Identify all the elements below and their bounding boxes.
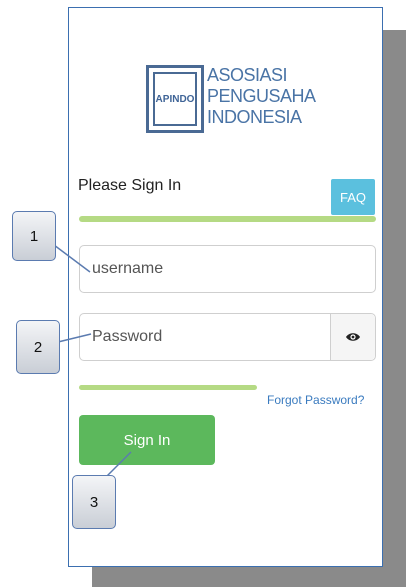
accent-bar-bottom <box>79 385 257 390</box>
username-input[interactable] <box>92 246 312 292</box>
logo-line-3: INDONESIA <box>207 107 302 127</box>
eye-icon <box>346 333 360 341</box>
page-title: Please Sign In <box>78 177 182 194</box>
callout-2: 2 <box>16 320 60 374</box>
logo-wordmark: ASOSIASI PENGUSAHA INDONESIA <box>207 65 316 128</box>
apindo-logo: APINDO ASOSIASI PENGUSAHA INDONESIA <box>146 65 316 145</box>
sign-in-button[interactable]: Sign In <box>79 415 215 465</box>
password-input[interactable] <box>92 314 312 360</box>
logo-line-1: ASOSIASI <box>207 65 288 85</box>
show-password-button[interactable] <box>330 314 375 360</box>
logo-mark-text: APINDO <box>155 93 195 105</box>
callout-3: 3 <box>72 475 116 529</box>
faq-button[interactable]: FAQ <box>331 179 375 215</box>
callout-1: 1 <box>12 211 56 261</box>
logo-emblem: APINDO <box>146 65 204 133</box>
password-field[interactable] <box>79 313 376 361</box>
forgot-password-link[interactable]: Forgot Password? <box>267 393 364 407</box>
accent-bar-top <box>79 216 376 222</box>
username-field[interactable] <box>79 245 376 293</box>
logo-line-2: PENGUSAHA <box>207 86 316 106</box>
